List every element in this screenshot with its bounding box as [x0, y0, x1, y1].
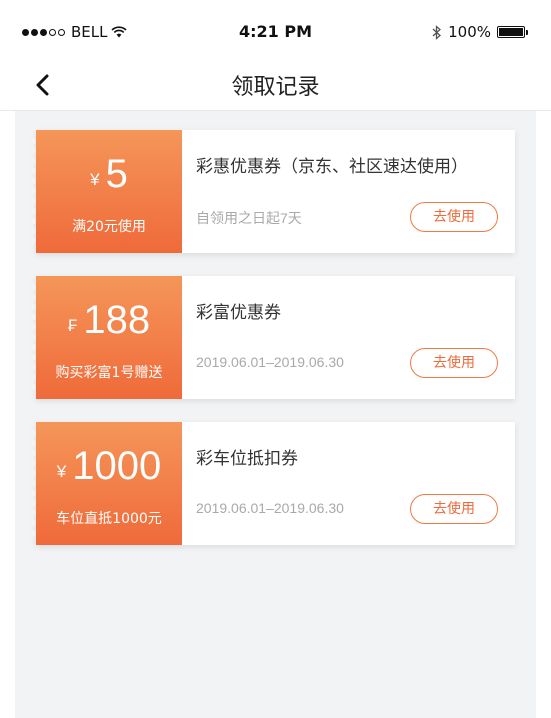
coupon-validity: 自领用之日起7天 — [196, 210, 302, 226]
coupon-amount: ¥1000 — [36, 444, 182, 488]
battery-status: 100% — [432, 23, 528, 41]
coupon-title: 彩富优惠券 — [196, 303, 281, 323]
nav-bar: 领取记录 — [0, 62, 551, 111]
amount-value: 5 — [105, 152, 128, 196]
page-title: 领取记录 — [231, 75, 320, 100]
amount-value: 188 — [83, 298, 151, 342]
coupon-card: ¥1000 车位直抵1000元 彩车位抵扣券 2019.06.01–2019.0… — [32, 422, 515, 545]
coupon-value-panel: ¥1000 车位直抵1000元 — [32, 422, 182, 545]
amount-value: 1000 — [72, 444, 162, 488]
use-coupon-button[interactable]: 去使用 — [410, 494, 498, 524]
coupon-title: 彩惠优惠券（京东、社区速达使用） — [196, 157, 468, 177]
use-coupon-button[interactable]: 去使用 — [410, 348, 498, 378]
battery-percent: 100% — [448, 23, 491, 41]
currency-symbol: ¥ — [56, 462, 67, 481]
currency-symbol: ₣ — [67, 316, 78, 335]
coupon-condition: 车位直抵1000元 — [56, 511, 162, 527]
coupon-title: 彩车位抵扣券 — [196, 449, 298, 469]
battery-icon — [497, 26, 528, 38]
coupon-amount: ¥5 — [36, 152, 182, 196]
coupon-validity: 2019.06.01–2019.06.30 — [196, 354, 344, 370]
coupon-value-panel: ₣ 188 购买彩富1号赠送 — [32, 276, 182, 399]
coupon-condition: 满20元使用 — [72, 219, 146, 235]
bluetooth-icon — [432, 24, 442, 40]
coupon-card: ¥5 满20元使用 彩惠优惠券（京东、社区速达使用） 自领用之日起7天 去使用 — [32, 130, 515, 253]
coupon-validity: 2019.06.01–2019.06.30 — [196, 500, 344, 516]
use-coupon-button[interactable]: 去使用 — [410, 202, 498, 232]
coupon-amount: ₣ 188 — [36, 298, 182, 342]
coupon-list: ¥5 满20元使用 彩惠优惠券（京东、社区速达使用） 自领用之日起7天 去使用 … — [15, 111, 536, 718]
currency-symbol: ¥ — [90, 170, 100, 189]
status-bar: BELL 4:21 PM 100% — [0, 0, 551, 62]
coupon-value-panel: ¥5 满20元使用 — [32, 130, 182, 253]
coupon-card: ₣ 188 购买彩富1号赠送 彩富优惠券 2019.06.01–2019.06.3… — [32, 276, 515, 399]
coupon-condition: 购买彩富1号赠送 — [55, 365, 163, 381]
